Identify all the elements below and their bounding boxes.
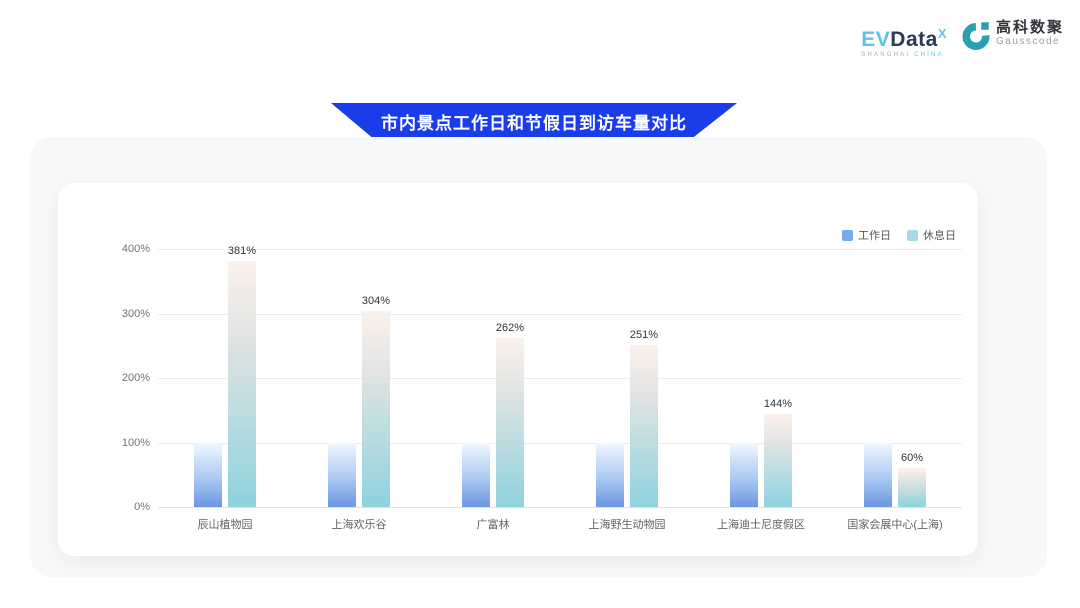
bar-workday[interactable] [462,443,490,508]
gausscode-en-name: Gausscode [996,35,1064,49]
value-label: 262% [480,322,540,334]
value-label: 144% [748,398,808,410]
y-tick-label: 100% [90,437,150,449]
gridline [158,378,962,379]
page-title: 市内景点工作日和节假日到访车量对比 [381,109,687,134]
gridline [158,314,962,315]
category-label: 上海野生动物园 [552,516,702,532]
value-label: 251% [614,329,674,341]
bar-workday[interactable] [596,443,624,508]
gausscode-logo: 高科数聚 Gausscode [961,20,1064,50]
category-label: 国家会展中心(上海) [820,516,970,532]
chart-card: 工作日 休息日 0%100%200%300%400%381%辰山植物园304%上… [58,183,978,556]
bar-holiday[interactable] [764,414,792,507]
bar-holiday[interactable] [898,468,926,507]
value-label: 381% [212,245,272,257]
bar-holiday[interactable] [496,338,524,507]
header-logos: EVDataX SHANGHAI CHINA 高科数聚 Gausscode [861,20,1064,58]
evdata-logo: EVDataX SHANGHAI CHINA [861,20,947,58]
title-banner: 市内景点工作日和节假日到访车量对比 [331,103,737,140]
bar-holiday[interactable] [228,261,256,507]
category-label: 上海欢乐谷 [284,516,434,532]
evdata-wordmark: EVDataX [861,24,947,50]
x-axis-line [158,507,962,508]
bar-holiday[interactable] [630,345,658,507]
bar-holiday[interactable] [362,311,390,507]
y-tick-label: 300% [90,308,150,320]
plot-area: 0% 100% 200% 300% 400% 381% 辰山植物园 304% 上海欢乐谷 262%… [58,183,978,556]
category-label: 广富林 [418,516,568,532]
category-label: 上海迪士尼度假区 [686,516,836,532]
gridline [158,249,962,250]
y-tick-label: 0% [90,501,150,513]
bar-workday[interactable] [730,443,758,508]
bar-workday[interactable] [328,443,356,508]
evdata-x-icon: X [938,26,947,41]
y-tick-label: 400% [90,243,150,255]
evdata-subtext: SHANGHAI CHINA [861,52,944,58]
y-tick-label: 200% [90,372,150,384]
bar-workday[interactable] [194,443,222,508]
value-label: 304% [346,295,406,307]
category-label: 辰山植物园 [150,516,300,532]
value-label: 60% [882,452,942,464]
gridline [158,443,962,444]
gausscode-cn-name: 高科数聚 [996,21,1064,35]
gausscode-g-icon [961,20,991,50]
